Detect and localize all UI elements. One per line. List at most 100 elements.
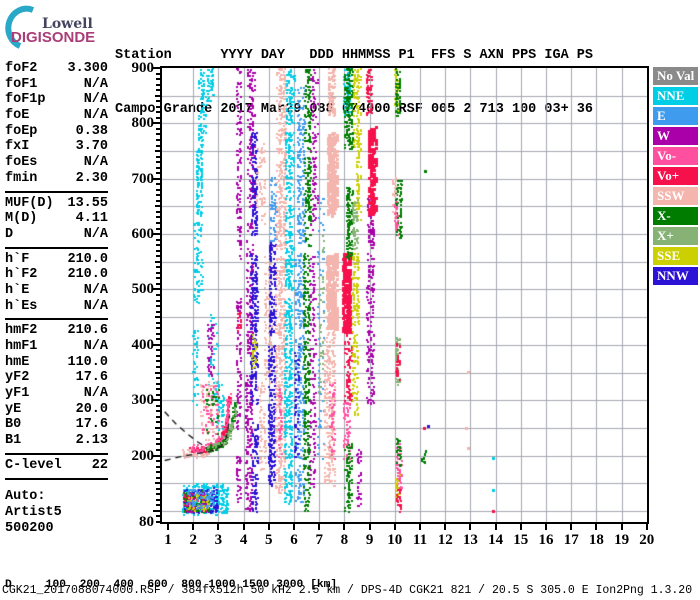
header-line-columns: Station YYYY DAY DDD HHMMSS P1 FFS S AXN…	[115, 48, 593, 63]
footer-fileinfo: CGK21_2017088074000.RSF / 384fx512h 50 k…	[2, 584, 693, 597]
y-axis-tick	[153, 509, 160, 512]
x-axis-tick	[620, 524, 623, 530]
x-axis-tick	[645, 524, 648, 530]
param-value: 210.0	[67, 267, 108, 283]
legend-item-sse: SSE	[653, 247, 698, 265]
param-separator	[5, 318, 108, 321]
x-axis-label: 3	[214, 532, 223, 548]
x-axis-label: 10	[387, 532, 403, 548]
autoscaling-info-line: 500200	[5, 520, 54, 536]
y-axis-label: 600	[131, 226, 155, 243]
param-label: h`Es	[5, 298, 38, 314]
x-axis-label: 6	[290, 532, 298, 548]
param-value: 3.300	[67, 61, 108, 76]
x-axis-tick	[192, 524, 195, 530]
param-label: fmin	[5, 170, 38, 186]
x-axis-tick	[494, 524, 497, 530]
param-value: 22	[91, 457, 108, 473]
param-row-md: M(D) 4.11	[5, 211, 108, 227]
param-label: foEs	[5, 155, 38, 171]
x-axis-tick	[167, 524, 169, 530]
legend-item-x-: X-	[653, 207, 698, 225]
x-axis-label: 2	[189, 532, 197, 548]
x-axis-tick	[267, 524, 270, 530]
x-axis-label: 18	[588, 532, 604, 548]
y-axis-tick	[153, 177, 160, 180]
y-axis-tick	[153, 288, 160, 291]
x-axis-tick	[343, 524, 346, 530]
param-row-fxi: fxI 3.70	[5, 139, 108, 155]
y-axis-label: 200	[131, 447, 155, 464]
param-label: foE	[5, 108, 30, 124]
param-row-fof1: foF1 N/A	[5, 77, 108, 93]
x-axis-tick	[595, 524, 598, 530]
autoscaling-info-line: Auto:	[5, 488, 46, 504]
param-value: 2.30	[75, 170, 108, 186]
param-value: 210.0	[67, 251, 108, 267]
y-axis-label: 500	[131, 281, 155, 298]
param-label: h`E	[5, 282, 30, 298]
ionogram-scatter-canvas	[162, 68, 647, 522]
digisonde-ionogram-screen: { "logo": {"line1": "Lowell", "line2": "…	[0, 0, 700, 600]
param-value: N/A	[83, 298, 108, 314]
param-row-hmf1: hmF1 N/A	[5, 339, 108, 355]
x-axis-label: 9	[365, 532, 374, 548]
param-label: h`F2	[5, 267, 38, 283]
param-value: 13.55	[67, 195, 108, 211]
param-row-hf2: h`F2 210.0	[5, 267, 108, 283]
param-row-foep: foEp 0.38	[5, 124, 108, 140]
y-axis-tick	[153, 399, 160, 402]
x-axis-tick	[444, 524, 447, 530]
y-axis-label: 80	[139, 514, 154, 530]
y-axis-label: 400	[131, 336, 155, 353]
param-value: 4.11	[75, 211, 108, 227]
param-label: B1	[5, 433, 22, 449]
x-axis-label: 14	[488, 532, 504, 548]
x-axis-label: 12	[437, 532, 453, 548]
digisonde-logo: Lowell DIGISONDE	[2, 3, 114, 53]
param-label: hmF2	[5, 323, 38, 339]
param-label: yF1	[5, 386, 30, 402]
param-label: D	[5, 226, 14, 242]
x-axis-label: 16	[538, 532, 554, 548]
param-row-foes: foEs N/A	[5, 155, 108, 171]
legend-item-x+: X+	[653, 227, 698, 245]
param-row-foe: foE N/A	[5, 108, 108, 124]
y-axis-label: 700	[131, 170, 155, 187]
param-value: N/A	[83, 76, 108, 92]
x-axis-label: 20	[639, 532, 655, 548]
param-value: N/A	[83, 155, 108, 171]
param-label: C-level	[5, 457, 62, 473]
param-value: 2.13	[75, 433, 108, 449]
param-value: N/A	[83, 108, 108, 124]
param-value: 17.6	[75, 417, 108, 433]
x-axis-tick	[368, 524, 371, 530]
x-axis-label: 4	[239, 532, 248, 548]
legend-item-nne: NNE	[653, 87, 698, 105]
param-label: yF2	[5, 370, 30, 386]
x-axis-tick	[545, 524, 547, 530]
param-separator	[5, 190, 108, 193]
x-axis-label: 19	[614, 532, 630, 548]
y-axis-tick	[153, 343, 160, 346]
param-value: 20.0	[75, 401, 108, 417]
x-axis-label: 17	[563, 532, 579, 548]
param-label: hmE	[5, 354, 30, 370]
x-axis-tick	[318, 524, 321, 530]
param-row-yf2: yF2 17.6	[5, 370, 108, 386]
x-axis-tick	[469, 524, 472, 530]
param-value: 210.6	[67, 323, 108, 339]
param-row-d: D N/A	[5, 227, 108, 243]
param-row-fof2: foF2 3.300	[5, 61, 108, 77]
y-axis-label: 300	[131, 392, 155, 409]
param-value: N/A	[83, 386, 108, 402]
param-row-clevel: C-level 22	[5, 458, 108, 474]
y-axis-tick	[153, 454, 160, 457]
legend-item-w: W	[653, 127, 698, 145]
legend-item-e: E	[653, 107, 698, 125]
param-label: fxI	[5, 139, 30, 155]
param-row-b0: B0 17.6	[5, 417, 108, 433]
x-axis-label: 15	[513, 532, 529, 548]
x-axis-tick	[217, 524, 220, 530]
param-label: foF2	[5, 61, 38, 76]
